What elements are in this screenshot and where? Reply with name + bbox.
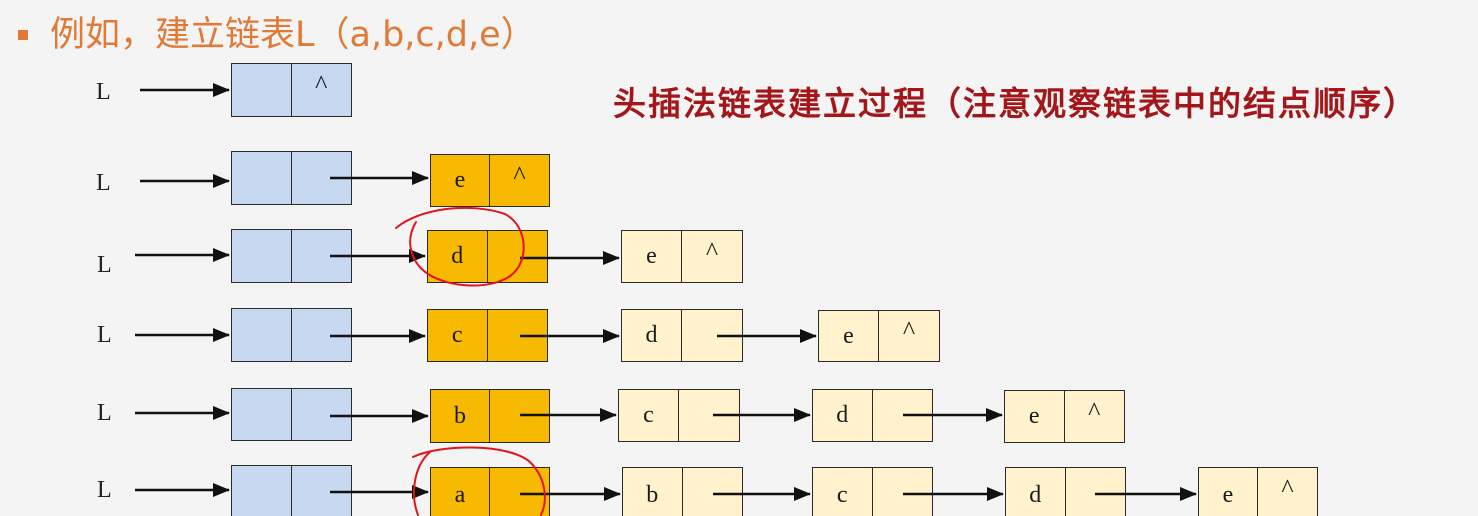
node-data-cell: e: [1005, 391, 1065, 442]
node-data-cell: c: [428, 310, 488, 361]
node-next-cell: [292, 466, 352, 516]
head-pointer-label: L: [96, 170, 111, 196]
square-bullet-icon: [18, 30, 28, 40]
diagram-title: 头插法链表建立过程（注意观察链表中的结点顺序）: [613, 84, 1418, 123]
list-node: e ^: [1198, 467, 1318, 516]
node-data-cell: [232, 230, 292, 282]
new-list-node: e ^: [430, 154, 550, 207]
new-list-node: a: [430, 467, 550, 516]
node-next-cell: [488, 231, 548, 282]
null-pointer: ^: [1281, 474, 1294, 503]
head-pointer-label: L: [97, 252, 112, 278]
node-data-cell: c: [813, 468, 873, 516]
node-data-cell: [232, 466, 292, 516]
head-node: ^: [231, 63, 352, 117]
node-data-cell: b: [623, 468, 683, 516]
node-data-cell: e: [1199, 468, 1258, 516]
new-list-node: c: [427, 309, 548, 362]
list-node: e ^: [1004, 390, 1125, 443]
node-data-cell: [232, 152, 292, 204]
slide-canvas: 例如，建立链表L（a,b,c,d,e） 头插法链表建立过程（注意观察链表中的结点…: [0, 0, 1478, 516]
new-list-node: d: [427, 230, 548, 283]
node-data-cell: d: [622, 310, 682, 361]
node-next-cell: [488, 310, 548, 361]
node-data-cell: e: [819, 311, 879, 361]
head-pointer-label: L: [97, 400, 112, 426]
new-list-node: b: [430, 389, 550, 443]
null-pointer: ^: [513, 160, 526, 190]
node-next-cell: [292, 389, 352, 440]
null-pointer: ^: [315, 70, 328, 99]
list-node: d: [1005, 467, 1126, 516]
node-next-cell: [292, 309, 352, 361]
node-data-cell: d: [813, 390, 873, 441]
node-data-cell: e: [431, 155, 490, 206]
list-node: e ^: [818, 310, 940, 362]
node-data-cell: a: [431, 468, 490, 516]
head-pointer-label: L: [97, 322, 112, 348]
node-next-cell: [292, 152, 352, 204]
node-data-cell: [232, 64, 292, 116]
null-pointer: ^: [902, 316, 916, 345]
head-node: [231, 465, 352, 516]
null-pointer: ^: [1088, 396, 1101, 426]
node-next-cell: [683, 468, 743, 516]
header-text: 例如，建立链表L（a,b,c,d,e）: [50, 15, 536, 55]
head-node: [231, 388, 352, 441]
node-data-cell: e: [622, 231, 682, 282]
node-next-cell: [490, 468, 549, 516]
node-next-cell: [292, 230, 352, 282]
node-next-cell: [679, 390, 739, 441]
head-pointer-label: L: [96, 79, 111, 105]
head-node: [231, 229, 352, 283]
node-data-cell: [232, 309, 292, 361]
node-next-cell: [490, 390, 549, 442]
list-node: d: [812, 389, 933, 442]
node-data-cell: d: [1006, 468, 1066, 516]
node-next-cell: [873, 468, 933, 516]
list-node: c: [618, 389, 740, 442]
head-node: [231, 151, 352, 205]
list-node: d: [621, 309, 743, 362]
node-next-cell: [873, 390, 933, 441]
node-data-cell: c: [619, 390, 679, 441]
null-pointer: ^: [705, 236, 719, 266]
node-next-cell: [1066, 468, 1126, 516]
node-data-cell: d: [428, 231, 488, 282]
list-node: c: [812, 467, 933, 516]
head-node: [231, 308, 352, 362]
list-node: b: [622, 467, 743, 516]
head-pointer-label: L: [97, 477, 112, 503]
node-next-cell: [682, 310, 742, 361]
list-node: e ^: [621, 230, 743, 283]
node-data-cell: b: [431, 390, 490, 442]
node-data-cell: [232, 389, 292, 440]
